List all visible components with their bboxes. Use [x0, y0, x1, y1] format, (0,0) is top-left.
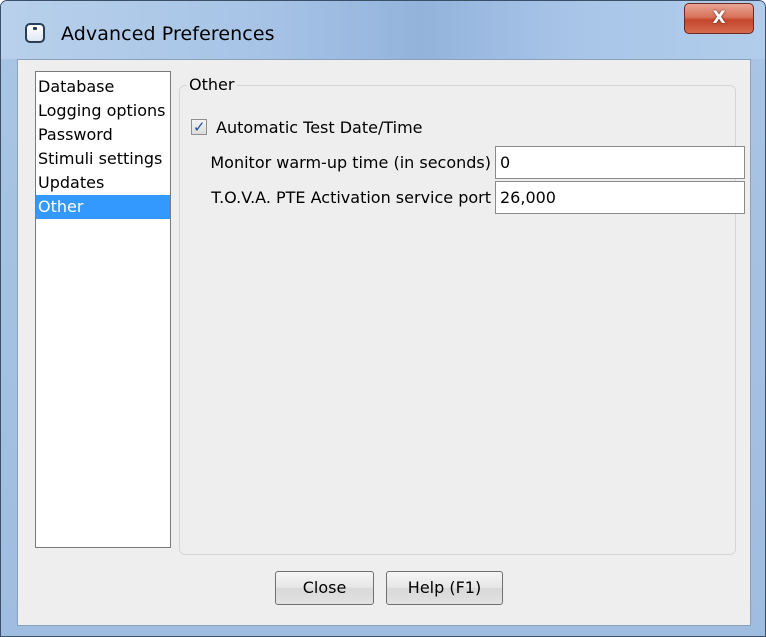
category-item-updates[interactable]: Updates — [36, 171, 170, 195]
activation-port-label: T.O.V.A. PTE Activation service port — [211, 188, 491, 207]
window-close-button[interactable]: X — [684, 3, 754, 34]
title-bar[interactable]: Advanced Preferences X — [1, 1, 765, 59]
group-title: Other — [187, 75, 238, 94]
category-item-logging-options[interactable]: Logging options — [36, 99, 170, 123]
window-title: Advanced Preferences — [61, 23, 275, 45]
category-list[interactable]: Database Logging options Password Stimul… — [35, 71, 171, 548]
activation-port-input[interactable] — [495, 181, 745, 214]
checkmark-icon: ✓ — [193, 118, 206, 136]
category-item-stimuli-settings[interactable]: Stimuli settings — [36, 147, 170, 171]
close-button[interactable]: Close — [275, 571, 374, 605]
window-close-icon: X — [712, 8, 726, 28]
automatic-test-datetime-label: Automatic Test Date/Time — [216, 117, 423, 137]
dialog-content: Database Logging options Password Stimul… — [17, 59, 751, 626]
category-item-other[interactable]: Other — [36, 195, 170, 219]
category-item-database[interactable]: Database — [36, 75, 170, 99]
warmup-time-input[interactable] — [495, 146, 745, 179]
automatic-test-datetime-checkbox[interactable]: ✓ — [191, 118, 207, 136]
automatic-test-datetime-option[interactable]: ✓ Automatic Test Date/Time — [191, 116, 423, 138]
category-item-password[interactable]: Password — [36, 123, 170, 147]
help-button[interactable]: Help (F1) — [386, 571, 503, 605]
warmup-time-label: Monitor warm-up time (in seconds) — [210, 153, 491, 172]
advanced-preferences-window: Advanced Preferences X Database Logging … — [0, 0, 766, 637]
app-window-icon — [25, 23, 45, 43]
